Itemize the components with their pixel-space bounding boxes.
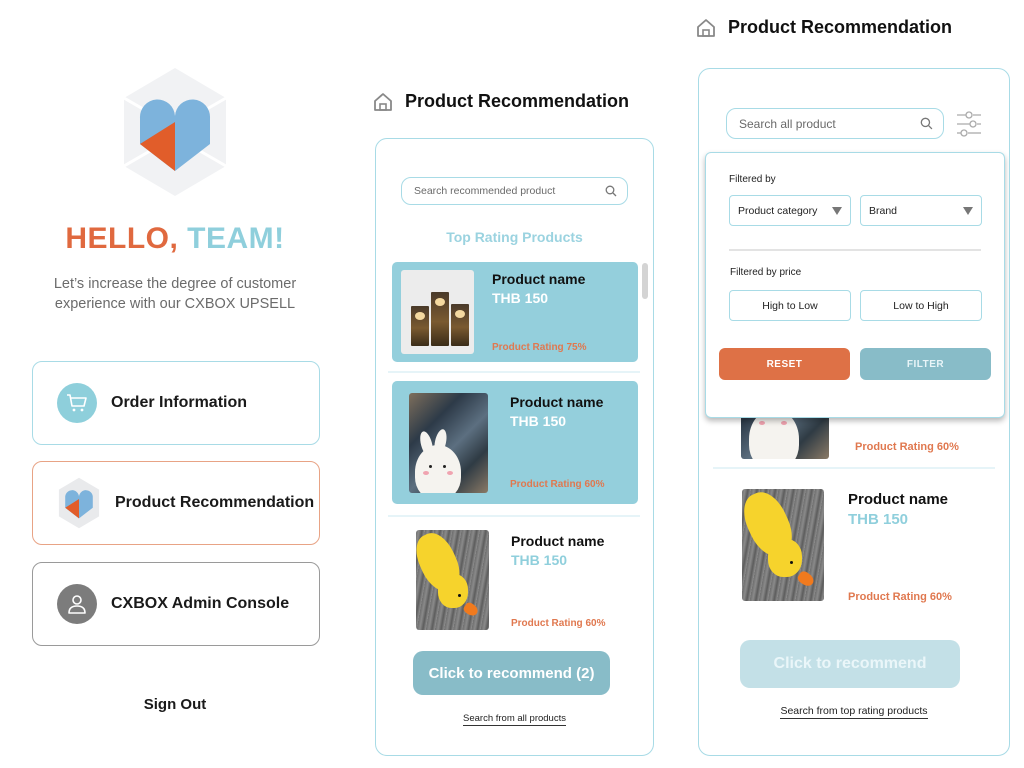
product-card[interactable]: Product name THB 150 Product Rating 60% <box>715 481 995 611</box>
menu-admin-console[interactable]: CXBOX Admin Console <box>32 562 320 646</box>
filter-sliders-icon[interactable] <box>956 110 982 138</box>
screen-title-recommend: Product Recommendation <box>373 91 629 112</box>
divider <box>388 371 640 373</box>
greeting-team: TEAM! <box>187 222 285 255</box>
product-card[interactable]: Product name THB 150 Product Rating 75% <box>392 262 638 362</box>
product-image <box>409 393 488 493</box>
brand-select[interactable]: Brand <box>860 195 982 226</box>
page-title: Product Recommendation <box>728 17 953 37</box>
greeting-subtitle: Let’s increase the degree of customer ex… <box>0 274 350 314</box>
product-rating: Product Rating 60% <box>511 618 606 629</box>
dropdown-arrow-icon <box>963 206 973 215</box>
search-icon[interactable] <box>920 117 933 130</box>
divider <box>713 467 995 469</box>
cxbox-logo-icon <box>57 477 101 529</box>
sign-out-link[interactable]: Sign Out <box>0 696 350 713</box>
product-name: Product name <box>848 491 949 508</box>
sort-high-to-low-button[interactable]: High to Low <box>729 290 851 321</box>
product-price: THB 150 <box>848 511 909 528</box>
product-rating: Product Rating 60% <box>855 441 959 453</box>
filter-apply-button[interactable]: FILTER <box>860 348 991 380</box>
cxbox-logo <box>120 66 230 198</box>
search-all[interactable] <box>726 108 944 139</box>
product-image <box>416 530 489 630</box>
sort-low-to-high-button[interactable]: Low to High <box>860 290 982 321</box>
divider <box>729 249 981 251</box>
product-name: Product name <box>492 271 586 287</box>
product-category-select[interactable]: Product category <box>729 195 851 226</box>
select-value: Product category <box>738 204 818 217</box>
product-card[interactable]: Product name THB 150 Product Rating 60% <box>392 524 638 636</box>
dropdown-arrow-icon <box>832 206 842 215</box>
search-recommended[interactable] <box>401 177 628 205</box>
search-input[interactable] <box>414 185 605 197</box>
user-icon <box>57 584 97 624</box>
divider <box>388 515 640 517</box>
menu-label: CXBOX Admin Console <box>111 595 290 612</box>
recommend-button[interactable]: Click to recommend (2) <box>413 651 610 695</box>
recommend-button-disabled[interactable]: Click to recommend <box>740 640 960 688</box>
menu-product-recommendation[interactable]: Product Recommendation <box>32 461 320 545</box>
filter-popup: Filtered by Product category Brand Filte… <box>705 152 1005 418</box>
product-image <box>401 270 474 354</box>
product-rating: Product Rating 75% <box>492 342 587 353</box>
cxbox-logo-icon <box>123 68 227 196</box>
menu-label: Order Information <box>111 394 248 411</box>
product-price: THB 150 <box>492 290 549 306</box>
menu-order-information[interactable]: Order Information <box>32 361 320 445</box>
product-rating: Product Rating 60% <box>848 591 952 603</box>
cart-icon <box>57 383 97 423</box>
product-name: Product name <box>511 533 605 549</box>
scrollbar[interactable] <box>642 263 648 299</box>
recommend-screen: Top Rating Products Product name THB 150… <box>375 138 654 756</box>
link-label[interactable]: Search from top rating products <box>780 705 928 719</box>
home-icon[interactable] <box>373 92 393 112</box>
search-icon[interactable] <box>605 185 617 197</box>
subtitle-line-1: Let’s increase the degree of customer <box>53 276 297 292</box>
search-all-products-link[interactable]: Search from all products <box>376 713 653 726</box>
product-card[interactable]: Product name THB 150 Product Rating 60% <box>392 381 638 504</box>
filtered-by-price-label: Filtered by price <box>730 267 802 278</box>
page-title: Product Recommendation <box>405 91 630 111</box>
product-rating: Product Rating 60% <box>510 479 605 490</box>
product-image <box>742 489 824 601</box>
product-price: THB 150 <box>510 413 567 429</box>
filtered-by-label: Filtered by <box>729 174 776 185</box>
screen-title-filter: Product Recommendation <box>696 17 952 38</box>
select-value: Brand <box>869 204 898 217</box>
section-title: Top Rating Products <box>446 229 583 245</box>
menu-label: Product Recommendation <box>115 494 315 511</box>
product-price: THB 150 <box>511 552 568 568</box>
home-icon[interactable] <box>696 18 716 38</box>
search-input[interactable] <box>739 116 920 131</box>
search-top-rating-link[interactable]: Search from top rating products <box>699 705 1009 719</box>
greeting-hello: HELLO, <box>65 222 179 255</box>
subtitle-line-2: experience with our CXBOX UPSELL <box>54 296 296 312</box>
filter-screen: Product Rating 60% Product name THB 150 … <box>698 68 1010 756</box>
link-label[interactable]: Search from all products <box>463 713 566 726</box>
greeting: HELLO, TEAM! <box>0 222 350 256</box>
reset-button[interactable]: RESET <box>719 348 850 380</box>
product-name: Product name <box>510 394 604 410</box>
